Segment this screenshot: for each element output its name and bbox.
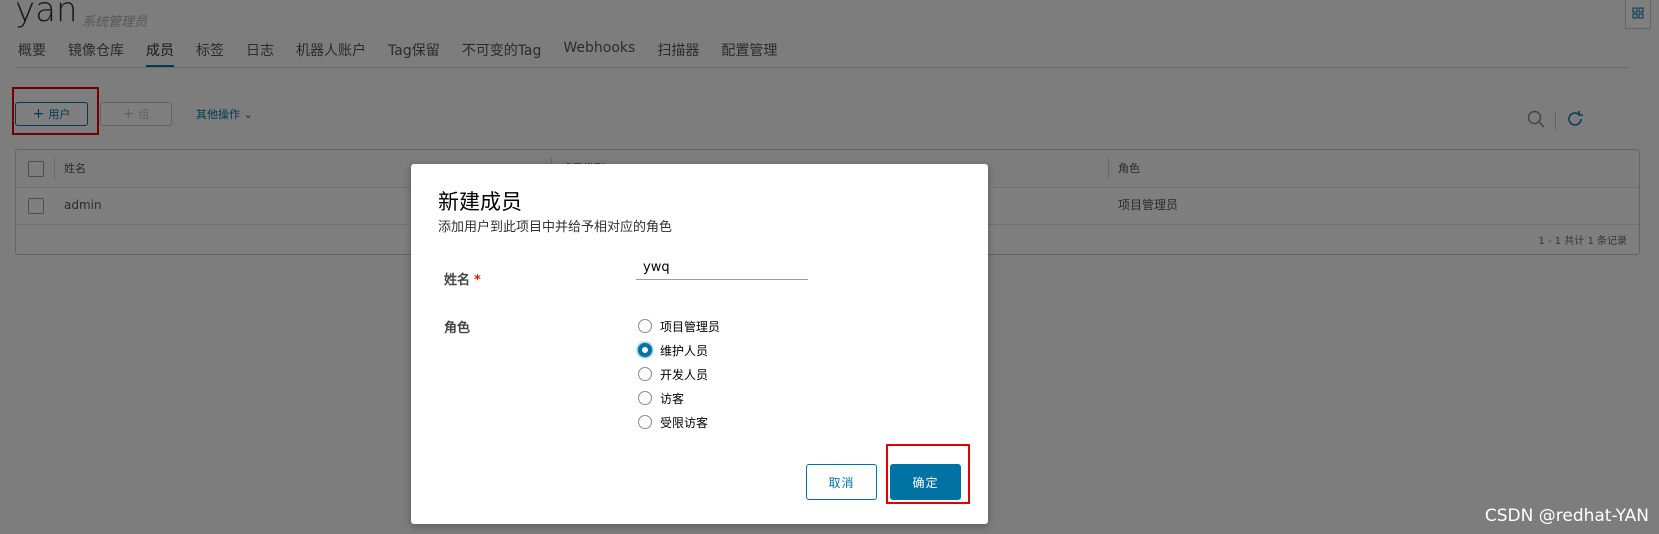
dialog-subtitle: 添加用户到此项目中并给予相对应的角色 bbox=[438, 220, 673, 235]
role-label: 角色 bbox=[444, 321, 471, 336]
watermark: CSDN @redhat-YAN bbox=[1484, 506, 1649, 526]
highlight-box-confirm bbox=[886, 444, 970, 504]
name-label-text: 姓名 bbox=[444, 273, 471, 288]
dialog-title: 新建成员 bbox=[438, 190, 522, 214]
required-mark: * bbox=[474, 273, 481, 288]
role-option-label: 项目管理员 bbox=[660, 319, 721, 334]
role-option-label: 受限访客 bbox=[660, 415, 709, 430]
role-option-developer[interactable]: 开发人员 bbox=[636, 362, 720, 386]
role-option-maintainer[interactable]: 维护人员 bbox=[636, 338, 720, 362]
member-name-input[interactable] bbox=[636, 256, 808, 280]
page: yan 系统管理员 概要 镜像仓库 成员 标签 日志 机器人账户 Tag保留 不… bbox=[0, 0, 1659, 534]
role-option-guest[interactable]: 访客 bbox=[636, 386, 720, 410]
role-option-label: 开发人员 bbox=[660, 367, 709, 382]
role-option-label: 访客 bbox=[660, 391, 685, 406]
radio-button[interactable] bbox=[638, 319, 652, 333]
radio-button[interactable] bbox=[638, 391, 652, 405]
radio-button[interactable] bbox=[638, 367, 652, 381]
name-label: 姓名 * bbox=[444, 269, 481, 288]
radio-button-selected[interactable] bbox=[638, 343, 652, 357]
role-option-project-admin[interactable]: 项目管理员 bbox=[636, 314, 720, 338]
radio-button[interactable] bbox=[638, 415, 652, 429]
role-radio-group: 项目管理员 维护人员 开发人员 访客 受限访客 bbox=[636, 314, 720, 434]
role-option-label: 维护人员 bbox=[660, 343, 709, 358]
cancel-button[interactable]: 取消 bbox=[806, 464, 877, 500]
role-option-limited-guest[interactable]: 受限访客 bbox=[636, 410, 720, 434]
